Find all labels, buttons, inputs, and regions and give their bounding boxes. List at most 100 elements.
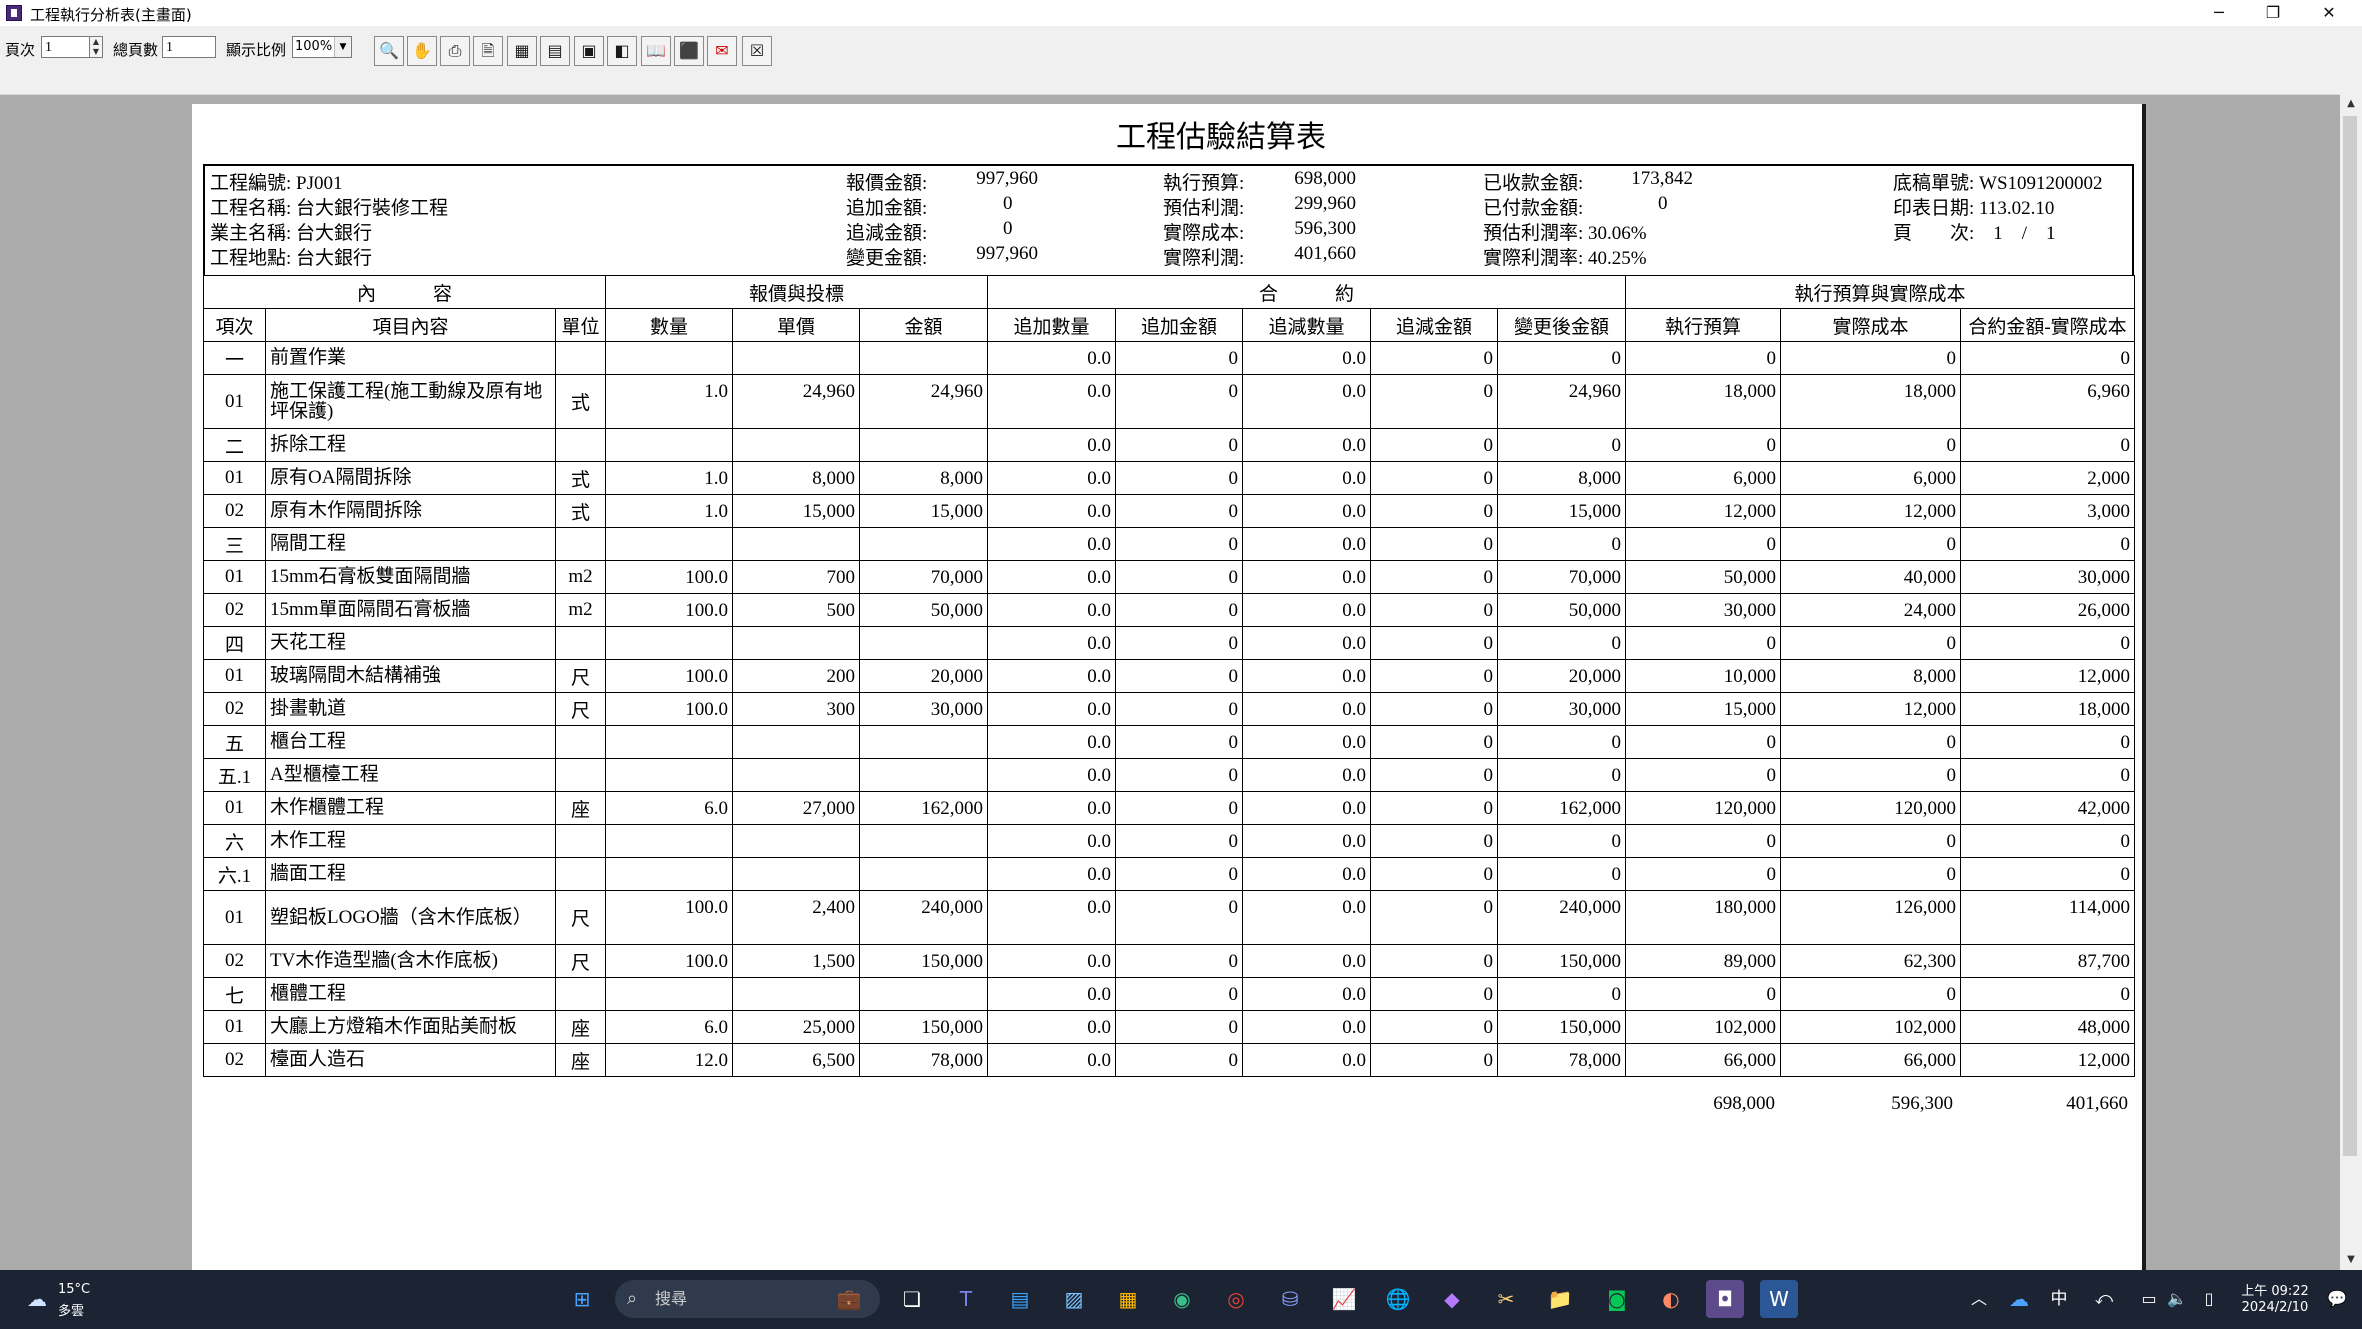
table-cell: 15mm單面隔間石膏板牆 — [265, 593, 556, 627]
book-icon[interactable]: 📖 — [641, 36, 671, 66]
table-cell: 50,000 — [1625, 560, 1781, 594]
pdf-icon[interactable]: ⬛ — [674, 36, 704, 66]
photos-icon[interactable]: ▨ — [1055, 1280, 1093, 1318]
scroll-thumb[interactable] — [2343, 116, 2357, 1156]
maximize-button[interactable]: ❐ — [2246, 0, 2300, 26]
table-cell: 木作工程 — [265, 824, 556, 858]
table-cell: 0 — [1497, 758, 1626, 792]
table-cell: 0 — [1370, 692, 1498, 726]
scroll-down-icon[interactable]: ▼ — [2340, 1250, 2362, 1270]
export-excel-icon[interactable]: ▦ — [507, 36, 537, 66]
export-word-icon[interactable]: ▤ — [540, 36, 570, 66]
start-icon[interactable]: ⊞ — [563, 1280, 601, 1318]
task-view-icon[interactable]: ❏ — [893, 1280, 931, 1318]
mail-icon[interactable]: ✉ — [707, 36, 737, 66]
tools-icon[interactable]: ✂ — [1487, 1280, 1525, 1318]
table-cell: 500 — [732, 593, 860, 627]
table-cell: 0 — [1780, 341, 1961, 375]
sql-icon[interactable]: ⛁ — [1271, 1280, 1309, 1318]
minimize-button[interactable]: ─ — [2192, 0, 2246, 26]
close-window-button[interactable]: ✕ — [2302, 0, 2356, 26]
table-cell: 0.0 — [1242, 944, 1371, 978]
table-cell: 24,960 — [732, 374, 860, 429]
vertical-scrollbar[interactable]: ▲ ▼ — [2340, 94, 2362, 1270]
table-cell: 48,000 — [1960, 1010, 2135, 1044]
exec-budget-label: 執行預算: — [1163, 173, 1245, 194]
est-profit-label: 預估利潤: — [1163, 198, 1245, 219]
table-cell: 8,000 — [1497, 461, 1626, 495]
visual-studio-icon[interactable]: ◆ — [1433, 1280, 1471, 1318]
table-cell — [555, 527, 606, 561]
table-cell — [859, 626, 988, 660]
export-html-icon[interactable]: ◧ — [607, 36, 637, 66]
notification-icon[interactable]: 💬 — [2318, 1280, 2356, 1318]
table-cell: 120,000 — [1625, 791, 1781, 825]
word-icon[interactable]: W — [1760, 1280, 1798, 1318]
battery-icon[interactable]: ▯ — [2190, 1280, 2228, 1318]
change-amount-label: 變更金額: — [846, 248, 928, 269]
search-placeholder: 搜尋 — [655, 1289, 688, 1308]
notepad-icon[interactable]: ▤ — [1001, 1280, 1039, 1318]
total-pages-label: 總頁數 — [113, 41, 159, 59]
table-cell: 30,000 — [1960, 560, 2135, 594]
group-contract: 合 約 — [987, 275, 1626, 309]
table-cell: 六 — [203, 824, 266, 858]
table-cell: 0 — [1115, 725, 1243, 759]
print-icon[interactable]: ⎙ — [440, 36, 470, 66]
total-exec-budget: 698,000 — [1713, 1093, 1775, 1114]
document-icon[interactable]: 🗎 — [473, 36, 503, 66]
chart-app-icon[interactable]: 📈 — [1325, 1280, 1363, 1318]
table-cell: 0 — [1780, 977, 1961, 1011]
scroll-up-icon[interactable]: ▲ — [2340, 94, 2362, 114]
briefcase-icon[interactable]: 💼 — [830, 1280, 868, 1318]
total-actual-cost: 596,300 — [1891, 1093, 1953, 1114]
table-cell: 0.0 — [987, 944, 1116, 978]
close-icon[interactable]: ☒ — [742, 36, 772, 66]
zoom-select[interactable]: 100% ▼ — [292, 36, 352, 58]
change-amount: 997,960 — [976, 243, 1038, 264]
onedrive-icon[interactable]: ☁ — [2000, 1280, 2038, 1318]
table-cell: 18,000 — [1625, 374, 1781, 429]
table-cell: 拆除工程 — [265, 428, 556, 462]
table-cell: 3,000 — [1960, 494, 2135, 528]
table-cell: 6.0 — [605, 791, 733, 825]
teams-icon[interactable]: T — [947, 1280, 985, 1318]
table-cell: 式 — [555, 374, 606, 429]
table-cell: 0 — [1370, 428, 1498, 462]
table-cell: 30,000 — [859, 692, 988, 726]
file-explorer-icon[interactable]: 📁 — [1541, 1280, 1579, 1318]
table-cell: 0 — [1115, 341, 1243, 375]
clock-time[interactable]: 上午 09:22 — [2230, 1280, 2320, 1299]
hand-icon[interactable]: ✋ — [407, 36, 437, 66]
print-date: 印表日期: 113.02.10 — [1893, 198, 2055, 219]
globe-icon[interactable]: 🌐 — [1379, 1280, 1417, 1318]
table-cell: 木作櫃體工程 — [265, 791, 556, 825]
table-cell: 0.0 — [1242, 1043, 1371, 1077]
table-cell: 0.0 — [987, 1010, 1116, 1044]
browser-app-icon[interactable]: ◐ — [1652, 1280, 1690, 1318]
export-image-icon[interactable]: ▣ — [574, 36, 604, 66]
page-spinner[interactable]: ▲ ▼ — [89, 36, 103, 58]
report-app-icon[interactable]: ◘ — [1706, 1280, 1744, 1318]
ime-indicator[interactable]: 中 — [2040, 1280, 2078, 1318]
actual-profit-label: 實際利潤: — [1163, 248, 1245, 269]
table-cell: 0 — [1115, 824, 1243, 858]
table-cell: 1.0 — [605, 374, 733, 429]
chrome-icon[interactable]: ◎ — [1217, 1280, 1255, 1318]
line-icon[interactable]: ◙ — [1598, 1280, 1636, 1318]
clock-date[interactable]: 2024/2/10 — [2230, 1300, 2320, 1315]
table-cell: 0.0 — [987, 791, 1116, 825]
table-cell — [859, 824, 988, 858]
store-icon[interactable]: ▦ — [1109, 1280, 1147, 1318]
settlement-table: 內 容 報價與投標 合 約 執行預算與實際成本 項次 項目內容 單位 數量 單價 金額 追加… — [203, 275, 2135, 1077]
table-cell: 162,000 — [859, 791, 988, 825]
table-cell: 6,000 — [1780, 461, 1961, 495]
table-cell: 0 — [1370, 944, 1498, 978]
table-row: 02 掛畫軌道尺 100.0 300 30,000 0.0 0 0.0 0 30,000 15,00… — [203, 692, 2135, 726]
cloud-icon[interactable]: ☁ — [18, 1280, 56, 1318]
ime-mode-icon[interactable]: ⤺ — [2085, 1280, 2123, 1318]
search-icon[interactable]: 🔍 — [374, 36, 404, 66]
edge-icon[interactable]: ◉ — [1163, 1280, 1201, 1318]
group-budget: 執行預算與實際成本 — [1625, 275, 2135, 309]
chevron-up-icon[interactable]: ︿ — [1960, 1280, 1998, 1318]
